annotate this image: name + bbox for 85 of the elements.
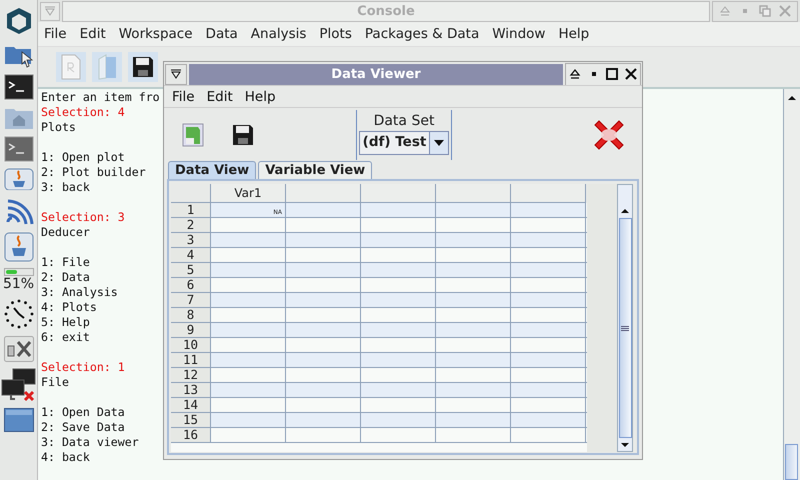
output-line: 1: File: [41, 255, 90, 270]
menu-item[interactable]: Help: [244, 88, 276, 104]
window-icon[interactable]: [4, 408, 34, 432]
maximize-icon[interactable]: [606, 68, 618, 80]
new-script-button[interactable]: [56, 52, 86, 82]
close-icon[interactable]: [624, 68, 637, 80]
menu-item[interactable]: Analysis: [250, 26, 306, 42]
row-header[interactable]: 7: [171, 293, 211, 307]
row-header[interactable]: 16: [171, 428, 211, 442]
home-folder-icon[interactable]: [4, 106, 34, 130]
open-button[interactable]: [92, 52, 122, 82]
row-header[interactable]: 9: [171, 323, 211, 337]
save-button[interactable]: [128, 52, 158, 82]
output-line: 4: Plots: [41, 300, 97, 315]
window-title: Data Viewer: [331, 66, 421, 82]
selection-line: Selection: 1: [41, 360, 125, 375]
battery-icon[interactable]: [4, 268, 34, 276]
row-header[interactable]: 8: [171, 308, 211, 322]
data-set-label: Data Set: [374, 112, 434, 128]
row-header[interactable]: 2: [171, 218, 211, 232]
menu-item[interactable]: Data: [206, 26, 238, 42]
output-line: 3: back: [41, 180, 90, 195]
grip-icon: [621, 326, 629, 330]
menu-item[interactable]: Edit: [80, 26, 106, 42]
java-cup-icon[interactable]: [4, 168, 34, 190]
battery-percent: 51%: [2, 276, 34, 292]
row-header[interactable]: 4: [171, 248, 211, 262]
row-header[interactable]: 12: [171, 368, 211, 382]
folder-icon: [96, 54, 118, 80]
selection-line: Selection: 4: [41, 105, 125, 120]
row-header[interactable]: 14: [171, 398, 211, 412]
data-set-dropdown[interactable]: (df) Test: [358, 130, 450, 154]
scroll-thumb[interactable]: [618, 218, 632, 438]
output-line: 3: Data viewer: [41, 435, 139, 450]
column-header[interactable]: Var1: [211, 184, 286, 203]
output-line: Deducer: [41, 225, 90, 240]
menu-item[interactable]: File: [44, 26, 67, 42]
row-header[interactable]: 11: [171, 353, 211, 367]
tab[interactable]: Variable View: [258, 161, 372, 179]
corner-cell: [171, 184, 211, 203]
output-line: 1: Open Data: [41, 405, 125, 420]
output-line: 2: Save Data: [41, 420, 125, 435]
vertical-scrollbar[interactable]: [617, 184, 633, 452]
output-line: Enter an item fro: [41, 90, 160, 105]
menu-item[interactable]: Workspace: [118, 26, 193, 42]
dropdown-arrow-icon: [434, 140, 444, 146]
row-header[interactable]: 3: [171, 233, 211, 247]
settings-tools-icon[interactable]: [4, 336, 34, 362]
menu-item[interactable]: Window: [492, 26, 546, 42]
vertical-scrollbar[interactable]: [783, 89, 800, 480]
remove-data-icon[interactable]: [592, 118, 626, 152]
menu-item[interactable]: Help: [558, 26, 590, 42]
output-line: File: [41, 375, 69, 390]
menu-item[interactable]: File: [172, 88, 195, 104]
clock-icon[interactable]: [2, 298, 34, 330]
output-line: 2: Data: [41, 270, 90, 285]
row-header[interactable]: 6: [171, 278, 211, 292]
r-document-icon: [60, 54, 82, 80]
menu-caret-icon: [170, 69, 182, 79]
java-cup-icon[interactable]: [4, 232, 34, 262]
row-header[interactable]: 13: [171, 383, 211, 397]
row-header[interactable]: 1: [171, 203, 211, 217]
menu-item[interactable]: Packages & Data: [364, 26, 480, 42]
menu-item[interactable]: Plots: [319, 26, 352, 42]
window-title: Console: [357, 4, 415, 18]
row-header[interactable]: 10: [171, 338, 211, 352]
network-disconnected-icon[interactable]: [0, 368, 36, 402]
output-line: 1: Open plot: [41, 150, 125, 165]
row-header[interactable]: 5: [171, 263, 211, 277]
output-line: Plots: [41, 120, 76, 135]
output-line: 2: Plot builder: [41, 165, 146, 180]
menu-item[interactable]: Edit: [206, 88, 233, 104]
window-menu-button[interactable]: [165, 64, 187, 84]
terminal-icon[interactable]: [4, 74, 34, 100]
shade-icon[interactable]: [569, 68, 582, 80]
row-header[interactable]: 15: [171, 413, 211, 427]
selection-line: Selection: 3: [41, 210, 125, 225]
output-line: 3: Analysis: [41, 285, 118, 300]
output-line: 5: Help: [41, 315, 90, 330]
spreadsheet-icon[interactable]: [182, 122, 204, 146]
output-line: 6: exit: [41, 330, 90, 345]
scroll-thumb[interactable]: [785, 444, 798, 480]
output-line: 4: back: [41, 450, 90, 465]
menu-caret-icon: [44, 6, 56, 16]
tab[interactable]: Data View: [168, 161, 256, 179]
